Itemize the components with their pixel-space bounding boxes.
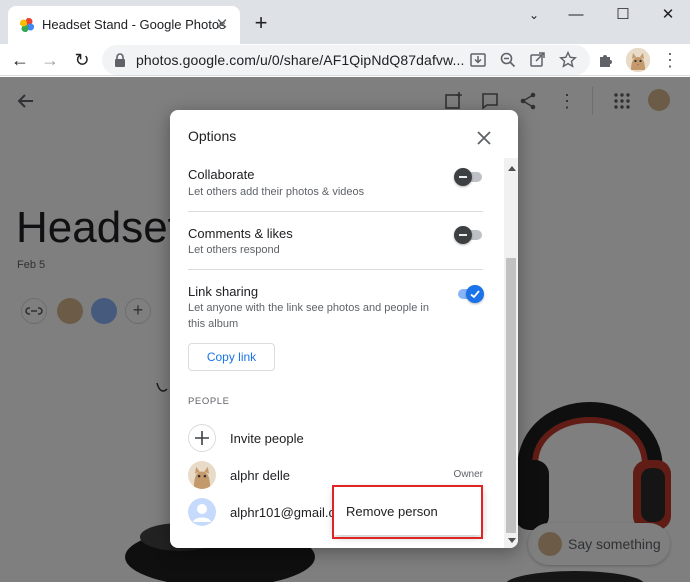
invite-people-button[interactable] [188,424,216,452]
check-icon [470,290,480,299]
owner-name: alphr delle [230,468,290,483]
new-tab-button[interactable]: + [248,10,274,36]
zoom-icon[interactable] [498,50,518,70]
comments-likes-description: Let others respond [188,244,280,256]
forward-button[interactable]: → [36,46,64,74]
lock-icon[interactable] [114,53,126,67]
divider [188,269,483,270]
cat-avatar-icon [193,466,211,489]
collaborate-description: Let others add their photos & videos [188,186,365,198]
dialog-title: Options [188,128,237,144]
tab-title: Headset Stand - Google Photos [42,17,226,32]
tab-close-icon[interactable]: ✕ [212,15,232,35]
scroll-down-arrow[interactable] [508,538,516,543]
browser-toolbar: ← → ↻ photos.google.com/u/0/share/AF1Qip… [0,44,690,76]
copy-link-button[interactable]: Copy link [188,343,275,371]
divider [188,211,483,212]
link-sharing-toggle[interactable] [454,285,484,303]
profile-avatar[interactable] [626,48,650,72]
scrollbar-thumb[interactable] [506,258,516,533]
person-icon [193,504,211,522]
tab-search-icon[interactable]: ⌄ [514,4,554,26]
link-sharing-label: Link sharing [188,284,259,299]
options-dialog: Options Collaborate Let others add their… [170,110,518,548]
extensions-icon[interactable] [596,50,616,70]
share-icon[interactable] [528,50,548,70]
toggle-knob [454,226,472,244]
people-heading: PEOPLE [188,396,230,407]
close-window-button[interactable]: ✕ [648,4,688,26]
google-photos-icon [20,18,34,32]
url-text[interactable]: photos.google.com/u/0/share/AF1QipNdQ87d… [136,52,464,68]
annotation-highlight-box [332,485,483,539]
plus-icon [195,431,209,445]
toggle-knob [466,285,484,303]
owner-avatar [188,461,216,489]
bookmark-star-icon[interactable] [558,50,578,70]
reload-button[interactable]: ↻ [68,46,96,74]
browser-menu-icon[interactable]: ⋮ [660,48,680,72]
close-icon[interactable] [474,128,494,148]
collaborate-label: Collaborate [188,167,255,182]
member-avatar [188,498,216,526]
toggle-knob [454,168,472,186]
member-email[interactable]: alphr101@gmail.com [230,505,332,520]
install-icon[interactable] [468,50,488,70]
collaborate-toggle[interactable] [454,168,484,186]
invite-people-label[interactable]: Invite people [230,431,304,446]
tab-strip: Headset Stand - Google Photos ✕ + ⌄ — ☐ … [0,0,690,44]
address-bar[interactable]: photos.google.com/u/0/share/AF1QipNdQ87d… [102,45,590,75]
scroll-up-arrow[interactable] [508,166,516,171]
link-sharing-description: Let anyone with the link see photos and … [188,302,429,330]
comments-likes-toggle[interactable] [454,226,484,244]
minimize-button[interactable]: — [556,4,596,26]
owner-role: Owner [453,469,483,480]
back-button[interactable]: ← [6,46,34,74]
browser-tab[interactable]: Headset Stand - Google Photos ✕ [8,6,240,44]
cat-avatar-icon [626,48,650,72]
comments-likes-label: Comments & likes [188,226,293,241]
maximize-button[interactable]: ☐ [603,4,643,26]
